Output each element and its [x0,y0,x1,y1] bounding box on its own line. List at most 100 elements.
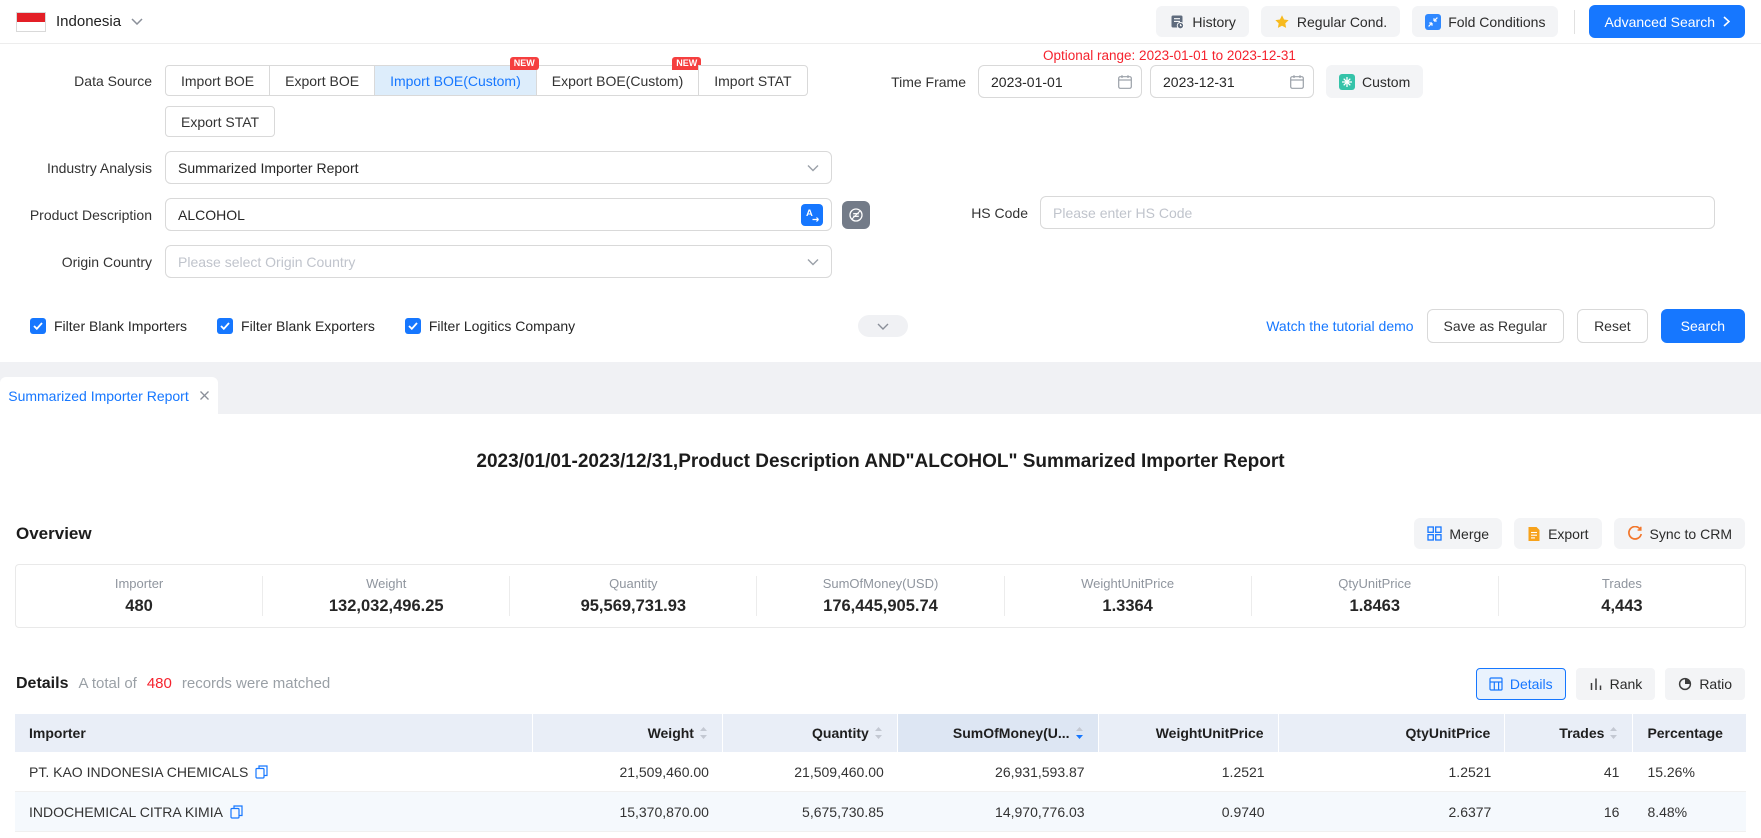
origin-country-input[interactable] [166,246,831,277]
end-date-field[interactable] [1150,65,1314,98]
record-count: 480 [147,675,172,692]
custom-range-button[interactable]: Custom [1326,65,1423,98]
col-importer: Importer [15,714,533,752]
calendar-icon[interactable] [1117,74,1133,90]
importer-name[interactable]: PT. KAO INDONESIA CHEMICALS [29,764,248,780]
col-trades[interactable]: Trades [1505,714,1633,752]
fold-conditions-button[interactable]: Fold Conditions [1412,6,1558,37]
regular-cond-button[interactable]: Regular Cond. [1261,6,1400,37]
col-qty-unit-price: QtyUnitPrice [1279,714,1506,752]
advanced-search-button[interactable]: Advanced Search [1589,5,1745,38]
product-description-input[interactable] [166,199,831,230]
optional-range-hint: Optional range: 2023-01-01 to 2023-12-31 [1043,48,1296,63]
stat-weight: Weight 132,032,496.25 [263,576,510,616]
indonesia-flag-icon [16,12,46,32]
overview-buttons: Merge Export Sync to CRM [1414,518,1745,549]
stat-importer: Importer 480 [16,576,263,616]
origin-country-select[interactable] [165,245,832,278]
translate-icon[interactable]: A [801,204,823,226]
copy-icon[interactable] [255,765,268,779]
details-summary: Details A total of 480 records were matc… [16,675,330,693]
fold-icon [1425,14,1441,30]
tab-export-stat[interactable]: Export STAT [165,106,275,137]
search-button[interactable]: Search [1661,309,1745,343]
view-switch: Details Rank Ratio [1476,668,1745,700]
table-header-row: Importer Weight Quantity SumOfMoney(U...… [15,714,1746,752]
new-badge: NEW [672,57,701,70]
col-quantity[interactable]: Quantity [723,714,898,752]
cell-quantity: 5,675,730.85 [723,792,898,831]
view-details-button[interactable]: Details [1476,668,1566,700]
svg-text:A: A [806,208,813,219]
result-tab-bar: Summarized Importer Report [0,362,1761,414]
col-weight[interactable]: Weight [533,714,723,752]
col-sum-of-money[interactable]: SumOfMoney(U... [898,714,1099,752]
industry-analysis-select[interactable] [165,151,832,184]
tab-import-boe[interactable]: Import BOE [165,65,270,96]
details-table: Importer Weight Quantity SumOfMoney(U...… [15,714,1746,832]
filter-blank-importers-checkbox[interactable]: Filter Blank Importers [30,318,187,334]
cell-weight: 21,509,460.00 [533,752,723,791]
details-header: Details A total of 480 records were matc… [16,668,1745,700]
data-source-row-2: Export STAT [0,96,1761,137]
tab-summarized-importer-report[interactable]: Summarized Importer Report [0,377,218,414]
export-icon [1527,526,1541,542]
cell-percentage: 8.48% [1633,792,1746,831]
country-selector[interactable]: Indonesia [16,12,143,32]
collapse-conditions-button[interactable] [858,315,908,337]
product-description-field[interactable]: A [165,198,832,231]
copy-icon[interactable] [230,805,243,819]
view-rank-button[interactable]: Rank [1576,668,1656,700]
save-as-regular-button[interactable]: Save as Regular [1427,309,1565,343]
origin-country-label: Origin Country [0,254,152,270]
check-icon [30,318,46,334]
ratio-icon [1678,677,1692,691]
history-button[interactable]: History [1156,6,1249,37]
cell-trades: 41 [1505,752,1633,791]
filter-logistics-company-checkbox[interactable]: Filter Logitics Company [405,318,575,334]
industry-analysis-value[interactable] [166,152,831,183]
topbar-actions: History Regular Cond. Fold Conditions Ad… [1144,5,1745,38]
custom-label: Custom [1362,74,1410,90]
close-icon[interactable] [199,390,210,401]
hs-code-input[interactable] [1041,197,1714,228]
hs-code-label: HS Code [905,205,1028,221]
table-row[interactable]: INDOCHEMICAL CITRA KIMIA 15,370,870.00 5… [15,792,1746,832]
tab-import-boe-custom[interactable]: Import BOE(Custom) NEW [374,65,537,96]
export-button[interactable]: Export [1514,518,1601,549]
chevron-right-icon [1723,16,1730,27]
details-grid-icon [1489,677,1503,691]
start-date-field[interactable] [978,65,1142,98]
filter-options-row: Filter Blank Importers Filter Blank Expo… [0,309,1761,343]
cell-percentage: 15.26% [1633,752,1746,791]
cell-trades: 16 [1505,792,1633,831]
calendar-icon[interactable] [1289,74,1305,90]
cell-weight: 15,370,870.00 [533,792,723,831]
product-description-label: Product Description [0,207,152,223]
tutorial-link[interactable]: Watch the tutorial demo [1266,318,1413,334]
sync-icon [1627,526,1643,542]
tab-export-boe[interactable]: Export BOE [269,65,375,96]
col-weight-unit-price: WeightUnitPrice [1099,714,1279,752]
sync-to-crm-button[interactable]: Sync to CRM [1614,518,1745,549]
table-row[interactable]: PT. KAO INDONESIA CHEMICALS 21,509,460.0… [15,752,1746,792]
search-actions: Watch the tutorial demo Save as Regular … [1266,309,1745,343]
hs-code-row: HS Code [905,196,1715,229]
merge-button[interactable]: Merge [1414,518,1502,549]
advanced-search-label: Advanced Search [1604,14,1715,30]
reset-button[interactable]: Reset [1577,309,1648,343]
new-badge: NEW [510,57,539,70]
divider [1574,10,1575,34]
tab-export-boe-custom[interactable]: Export BOE(Custom) NEW [536,65,699,96]
star-icon [1274,14,1290,30]
sort-caret-desc-icon [1075,726,1084,740]
hs-code-field[interactable] [1040,196,1715,229]
filter-blank-exporters-checkbox[interactable]: Filter Blank Exporters [217,318,375,334]
tab-import-stat[interactable]: Import STAT [698,65,807,96]
circle-equals-icon[interactable] [842,201,870,229]
sort-caret-icon [1609,726,1618,740]
importer-name[interactable]: INDOCHEMICAL CITRA KIMIA [29,804,223,820]
stat-quantity: Quantity 95,569,731.93 [510,576,757,616]
view-ratio-button[interactable]: Ratio [1665,668,1745,700]
history-icon [1169,14,1185,30]
